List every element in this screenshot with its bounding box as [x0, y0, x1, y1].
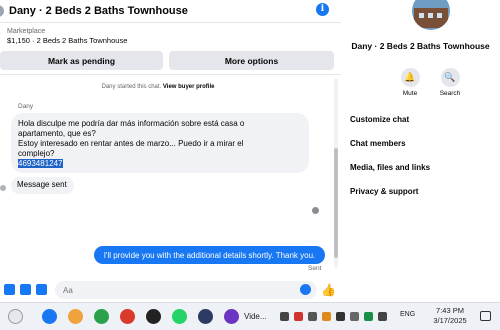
mark-as-pending-button[interactable]: Mark as pending	[0, 51, 163, 70]
message-line: Hola disculpe me podría dar más informac…	[18, 119, 245, 128]
bell-icon: 🔔	[400, 68, 420, 87]
tray-icon[interactable]	[280, 312, 289, 321]
sender-avatar	[0, 185, 6, 191]
sticker-icon[interactable]	[36, 284, 47, 295]
incoming-message-bubble[interactable]: Hola disculpe me podría dar más informac…	[11, 113, 309, 173]
info-icon[interactable]: i	[316, 3, 329, 16]
divider	[0, 22, 341, 23]
message-line: apartamento, que es?	[18, 129, 96, 138]
privacy-support-item[interactable]: Privacy & support	[350, 187, 418, 196]
chat-title[interactable]: Dany · 2 Beds 2 Baths Townhouse	[4, 5, 188, 17]
system-message: Dany started this chat. View buyer profi…	[0, 84, 316, 90]
house-image	[414, 8, 448, 28]
composer: 👍	[0, 280, 341, 300]
search-button[interactable]: 🔍 Search	[435, 68, 465, 97]
listing-summary[interactable]: Marketplace $1,150 · 2 Beds 2 Baths Town…	[7, 28, 127, 45]
customize-chat-item[interactable]: Customize chat	[350, 115, 409, 124]
tray-icon[interactable]	[322, 312, 331, 321]
more-options-button[interactable]: More options	[169, 51, 334, 70]
seen-avatar-icon	[312, 207, 319, 214]
system-clock[interactable]: 7:43 PM 3/17/2025	[430, 306, 470, 326]
message-sent-notice: Message sent	[11, 177, 74, 194]
scrollbar-thumb[interactable]	[334, 148, 338, 258]
divider	[0, 74, 341, 75]
search-label: Search	[439, 90, 461, 97]
image-icon[interactable]	[20, 284, 31, 295]
marketplace-kicker: Marketplace	[7, 28, 46, 35]
chat-members-item[interactable]: Chat members	[350, 139, 406, 148]
paint-icon[interactable]	[68, 309, 83, 324]
search-icon: 🔍	[440, 68, 460, 87]
listing-title: $1,150 · 2 Beds 2 Baths Townhouse	[7, 36, 128, 45]
message-line: Estoy interesado en rentar antes de marz…	[18, 139, 244, 148]
chatgpt-icon[interactable]	[146, 309, 161, 324]
clock-date: 3/17/2025	[433, 316, 467, 325]
tray-icon[interactable]	[336, 312, 345, 321]
view-buyer-profile-link[interactable]: View buyer profile	[163, 84, 215, 90]
clock-time: 7:43 PM	[436, 306, 464, 315]
system-message-text: Dany started this chat.	[101, 84, 162, 90]
whatsapp-icon[interactable]	[172, 309, 187, 324]
sent-status: Sent	[308, 265, 322, 272]
chat-pane: Dany · 2 Beds 2 Baths Townhouse i Market…	[0, 0, 341, 302]
mute-label: Mute	[402, 90, 418, 97]
tray-icon[interactable]	[350, 312, 359, 321]
tray-icon[interactable]	[308, 312, 317, 321]
message-input[interactable]	[55, 281, 317, 299]
video-app-icon[interactable]	[224, 309, 239, 324]
outgoing-message-bubble[interactable]: I'll provide you with the additional det…	[94, 246, 325, 264]
chrome-profile-icon[interactable]	[120, 309, 135, 324]
listing-photo[interactable]	[412, 0, 450, 30]
tray-icon[interactable]	[294, 312, 303, 321]
panel-title: Dany · 2 Beds 2 Baths Townhouse	[351, 41, 490, 51]
facebook-icon[interactable]	[42, 309, 57, 324]
start-icon[interactable]	[8, 309, 23, 324]
emoji-icon[interactable]	[300, 284, 311, 295]
more-actions-icon[interactable]	[4, 284, 15, 295]
notification-icon[interactable]	[480, 311, 491, 321]
listing-actions: Mark as pending More options	[0, 51, 341, 70]
tray-icon[interactable]	[364, 312, 373, 321]
message-line: complejo?	[18, 149, 55, 158]
chat-header: Dany · 2 Beds 2 Baths Townhouse	[0, 0, 341, 22]
video-app-label[interactable]: Vide...	[244, 312, 267, 321]
windows-taskbar: Vide... ENG 7:43 PM 3/17/2025	[0, 302, 500, 330]
input-language[interactable]: ENG	[400, 311, 415, 318]
chrome-icon[interactable]	[94, 309, 109, 324]
media-files-links-item[interactable]: Media, files and links	[350, 163, 430, 172]
league-app-icon[interactable]	[198, 309, 213, 324]
mute-button[interactable]: 🔔 Mute	[395, 68, 425, 97]
like-icon[interactable]: 👍	[321, 283, 336, 297]
conversation-details-panel: Dany · 2 Beds 2 Baths Townhouse 🔔 Mute 🔍…	[341, 0, 500, 302]
phone-number-selection[interactable]: 4693481247	[18, 159, 63, 168]
chevron-up-icon[interactable]	[378, 312, 387, 321]
chat-scrollbar[interactable]	[334, 78, 338, 268]
sender-name: Dany	[18, 103, 34, 110]
